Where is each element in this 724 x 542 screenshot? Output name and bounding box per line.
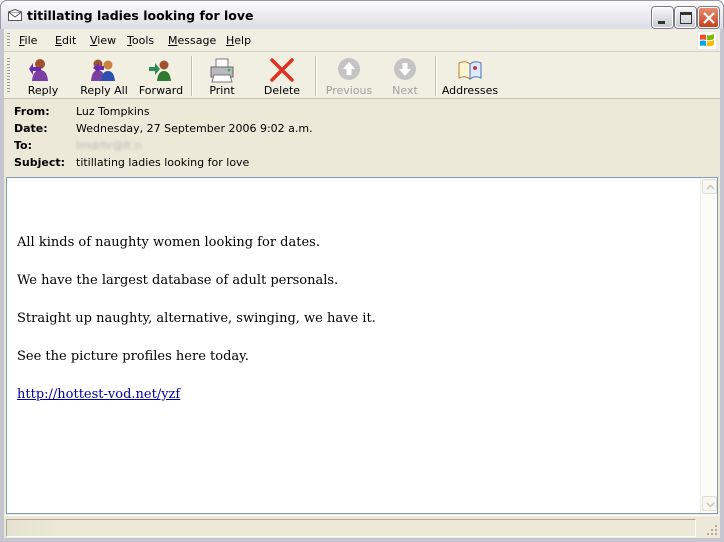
to-label: To: xyxy=(14,139,32,152)
subject-value: titillating ladies looking for love xyxy=(76,156,250,169)
printer-icon xyxy=(210,58,234,83)
close-button[interactable] xyxy=(698,7,719,28)
scroll-down-button[interactable] xyxy=(702,496,717,511)
window-frame: File Edit View Tools Message Help Reply … xyxy=(0,29,724,542)
menu-grip[interactable] xyxy=(7,33,10,48)
maximize-icon xyxy=(680,12,692,24)
body-line: Straight up naughty, alternative, swingi… xyxy=(17,311,376,326)
toolbar: Reply Reply All Forward Print Delete Pre… xyxy=(4,52,720,99)
addresses-button[interactable]: Addresses xyxy=(441,54,499,98)
status-bar xyxy=(4,515,720,538)
from-label: From: xyxy=(14,105,50,118)
body-line: We have the largest database of adult pe… xyxy=(17,273,339,288)
reply-all-icon xyxy=(91,59,115,81)
menu-tools[interactable]: Tools xyxy=(127,34,154,47)
date-value: Wednesday, 27 September 2006 9:02 a.m. xyxy=(76,122,313,135)
message-header: From: Luz Tompkins Date: Wednesday, 27 S… xyxy=(4,100,720,177)
menu-file[interactable]: File xyxy=(19,34,37,47)
body-line: All kinds of naughty women looking for d… xyxy=(17,235,320,250)
envelope-icon xyxy=(8,9,22,21)
maximize-button[interactable] xyxy=(675,7,696,28)
forward-button[interactable]: Forward xyxy=(137,54,185,98)
up-arrow-icon xyxy=(338,58,360,80)
status-panel xyxy=(6,519,696,537)
title-bar[interactable]: titillating ladies looking for love xyxy=(0,0,724,30)
toolbar-separator xyxy=(315,56,317,96)
body-link[interactable]: http://hottest-vod.net/yzf xyxy=(17,387,180,402)
menu-bar: File Edit View Tools Message Help xyxy=(4,29,720,52)
date-label: Date: xyxy=(14,122,48,135)
from-value[interactable]: Luz Tompkins xyxy=(76,105,150,118)
message-window: titillating ladies looking for love File… xyxy=(0,0,724,542)
reply-all-button[interactable]: Reply All xyxy=(76,54,132,98)
toolbar-grip[interactable] xyxy=(7,58,10,94)
subject-label: Subject: xyxy=(14,156,66,169)
resize-grip-icon[interactable] xyxy=(706,524,718,536)
menu-edit[interactable]: Edit xyxy=(55,34,76,47)
windows-logo-icon xyxy=(697,31,717,50)
menu-help[interactable]: Help xyxy=(226,34,251,47)
vertical-scrollbar[interactable] xyxy=(700,178,717,513)
minimize-button[interactable] xyxy=(652,7,673,28)
menu-message[interactable]: Message xyxy=(168,34,216,47)
menu-view[interactable]: View xyxy=(90,34,116,47)
body-line: See the picture profiles here today. xyxy=(17,349,249,364)
scroll-up-arrow-icon xyxy=(706,184,715,190)
previous-button[interactable]: Previous xyxy=(322,54,376,98)
minimize-icon xyxy=(658,21,665,24)
close-icon xyxy=(703,12,715,24)
reply-button[interactable]: Reply xyxy=(20,54,66,98)
address-book-icon xyxy=(458,61,482,81)
message-content: All kinds of naughty women looking for d… xyxy=(17,234,697,424)
window-title: titillating ladies looking for love xyxy=(27,8,254,23)
message-body[interactable]: All kinds of naughty women looking for d… xyxy=(6,177,718,514)
delete-button[interactable]: Delete xyxy=(259,54,305,98)
scroll-down-arrow-icon xyxy=(706,502,715,508)
toolbar-separator xyxy=(191,56,193,96)
to-value[interactable]: lmdrhr@lt.n xyxy=(76,139,141,152)
down-arrow-icon xyxy=(394,58,416,80)
reply-icon xyxy=(29,59,48,81)
forward-icon xyxy=(149,60,171,81)
delete-x-icon xyxy=(270,58,294,82)
next-button[interactable]: Next xyxy=(385,54,425,98)
scroll-up-button[interactable] xyxy=(702,179,717,194)
toolbar-separator xyxy=(435,56,437,96)
print-button[interactable]: Print xyxy=(202,54,242,98)
